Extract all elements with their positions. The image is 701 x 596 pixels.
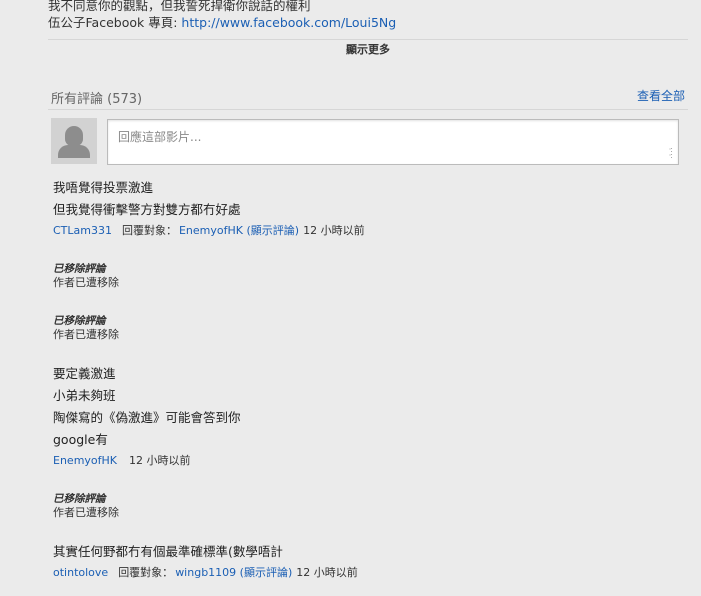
comments-title: 所有評論 [51,92,104,107]
description-line: 伍公子Facebook 專頁: http://www.facebook.com/… [48,14,396,31]
comment-time: 12 小時以前 [296,566,358,579]
comment-text: 小弟未夠班 [53,388,116,403]
removed-comment: 已移除評論 作者已遭移除 [53,262,673,289]
comment: 其實任何野都冇有個最準確標準(數學唔計 otintolove 回覆對象： wingb… [53,541,673,582]
facebook-link[interactable]: http://www.facebook.com/Loui5Ng [181,15,396,30]
video-description: 我不同意你的觀點，但我誓死捍衛你說話的權利 伍公子Facebook 專頁: ht… [48,0,396,31]
reply-input[interactable]: 回應這部影片... ·: ·: [107,119,679,165]
removed-subtitle: 作者已遭移除 [53,506,119,519]
removed-title: 已移除評論 [53,315,106,327]
divider [48,109,688,110]
comment-meta: otintolove 回覆對象： wingb1109 (顯示評論) 12 小時以前 [53,564,673,582]
comment-text: 要定義激進 [53,366,116,381]
divider [48,39,688,40]
comment-text: 我唔覺得投票激進 [53,180,154,195]
comment-author-link[interactable]: otintolove [53,566,108,579]
comment-meta: EnemyofHK 12 小時以前 [53,452,673,470]
reply-target-link[interactable]: wingb1109 (顯示評論) [175,566,292,579]
comment-text: 但我覺得衝擊警方對雙方都冇好處 [53,202,241,217]
comment: 要定義激進 小弟未夠班 陶傑寫的《偽激進》可能會答到你 google有 Enem… [53,363,673,470]
comments-header: 所有評論 (573) [51,88,142,107]
show-more-button[interactable]: 顯示更多 [0,41,701,57]
description-line: 我不同意你的觀點，但我誓死捍衛你說話的權利 [48,0,311,13]
user-icon [65,126,83,146]
removed-title: 已移除評論 [53,263,106,275]
comment-time: 12 小時以前 [303,224,365,237]
comment-text: 其實任何野都冇有個最準確標準(數學唔計 [53,544,283,559]
view-all-link[interactable]: 查看全部 [637,87,685,104]
comment: 我唔覺得投票激進 但我覺得衝擊警方對雙方都冇好處 CTLam331 回覆對象： En… [53,177,673,240]
comments-count: (573) [107,92,143,107]
removed-comment: 已移除評論 作者已遭移除 [53,314,673,341]
comment-time: 12 小時以前 [129,454,191,467]
reply-target-link[interactable]: EnemyofHK (顯示評論) [179,224,299,237]
removed-subtitle: 作者已遭移除 [53,276,119,289]
removed-title: 已移除評論 [53,493,106,505]
comment-text: 陶傑寫的《偽激進》可能會答到你 [53,410,241,425]
removed-comment: 已移除評論 作者已遭移除 [53,492,673,519]
avatar [51,118,97,164]
reply-to-label: 回覆對象： [121,224,177,237]
comment-author-link[interactable]: CTLam331 [53,224,112,237]
comment-meta: CTLam331 回覆對象： EnemyofHK (顯示評論) 12 小時以前 [53,222,673,240]
comment-text: google有 [53,432,108,447]
removed-subtitle: 作者已遭移除 [53,328,119,341]
reply-to-label: 回覆對象： [118,566,174,579]
reply-placeholder: 回應這部影片... [118,130,202,144]
resize-grip-icon[interactable]: ·: ·: [669,146,673,160]
facebook-label: 伍公子Facebook 專頁: [48,15,182,30]
comment-author-link[interactable]: EnemyofHK [53,454,117,467]
